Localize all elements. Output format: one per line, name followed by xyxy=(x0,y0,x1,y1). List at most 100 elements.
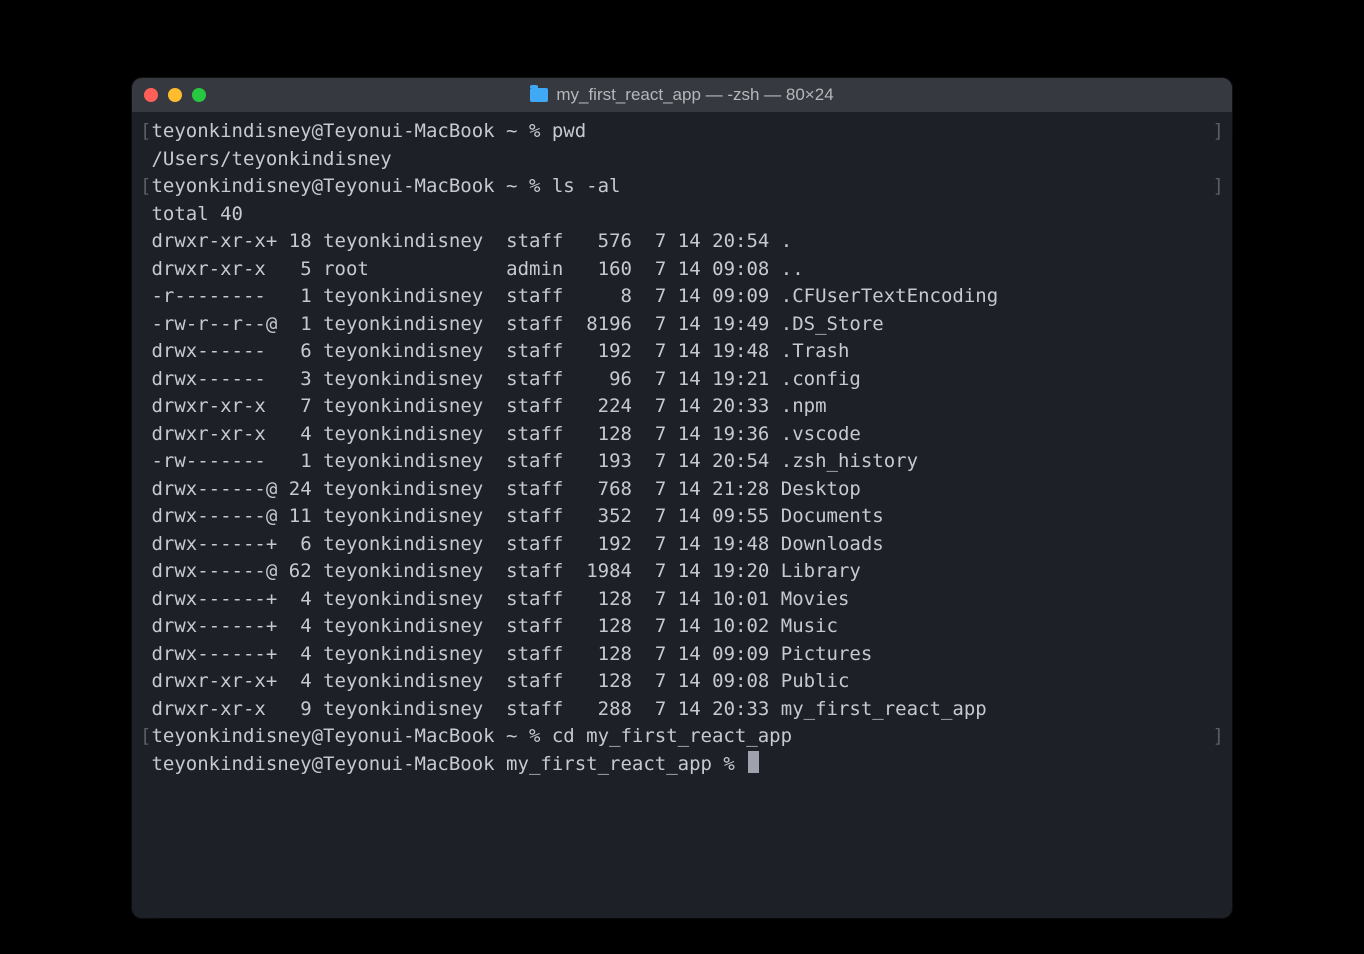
sep xyxy=(495,531,506,559)
ls-size: 1984 xyxy=(575,558,632,586)
ls-month: 7 xyxy=(643,696,666,724)
ls-group: staff xyxy=(506,448,563,476)
sep xyxy=(563,641,574,669)
title-center: my_first_react_app — -zsh — 80×24 xyxy=(132,85,1232,105)
ls-group: staff xyxy=(506,641,563,669)
sep xyxy=(666,558,677,586)
sep xyxy=(277,228,288,256)
ls-group: staff xyxy=(506,558,563,586)
ls-owner: teyonkindisney xyxy=(323,228,495,256)
ls-month: 7 xyxy=(643,531,666,559)
ls-owner: teyonkindisney xyxy=(323,448,495,476)
sep xyxy=(277,558,288,586)
sep xyxy=(632,586,643,614)
sep xyxy=(769,613,780,641)
ls-size: 768 xyxy=(575,476,632,504)
bracket-open: [ xyxy=(140,118,151,146)
ls-perm: drwx------+ xyxy=(151,531,277,559)
ls-links: 7 xyxy=(289,393,312,421)
sep xyxy=(769,256,780,284)
sep xyxy=(563,338,574,366)
maximize-button[interactable] xyxy=(192,88,206,102)
ls-name: .CFUserTextEncoding xyxy=(781,283,998,311)
sep xyxy=(769,531,780,559)
sep xyxy=(495,503,506,531)
ls-row: drwx------@ 11 teyonkindisney staff 352 … xyxy=(140,503,1224,531)
sep xyxy=(563,448,574,476)
terminal-body[interactable]: [teyonkindisney@Teyonui-MacBook ~ % pwd]… xyxy=(132,112,1232,918)
ls-size: 8196 xyxy=(575,311,632,339)
sep xyxy=(666,366,677,394)
bracket-close: ] xyxy=(1213,723,1224,751)
ls-perm: drwx------@ xyxy=(151,476,277,504)
sep xyxy=(666,668,677,696)
ls-size: 96 xyxy=(575,366,632,394)
ls-group: staff xyxy=(506,668,563,696)
bracket-open: [ xyxy=(140,173,151,201)
ls-perm: drwxr-xr-x+ xyxy=(151,228,277,256)
ls-day: 14 xyxy=(678,641,701,669)
ls-day: 14 xyxy=(678,283,701,311)
ls-time: 09:08 xyxy=(712,256,769,284)
ls-perm: drwx------+ xyxy=(151,641,277,669)
sep xyxy=(495,558,506,586)
sep xyxy=(666,338,677,366)
line-indent xyxy=(140,283,151,311)
ls-links: 6 xyxy=(289,338,312,366)
sep xyxy=(312,393,323,421)
ls-group: staff xyxy=(506,586,563,614)
ls-links: 4 xyxy=(289,613,312,641)
sep xyxy=(277,586,288,614)
sep xyxy=(495,256,506,284)
sep xyxy=(632,421,643,449)
sep xyxy=(666,256,677,284)
ls-owner: teyonkindisney xyxy=(323,696,495,724)
ls-group: staff xyxy=(506,366,563,394)
ls-size: 160 xyxy=(575,256,632,284)
ls-links: 4 xyxy=(289,421,312,449)
sep xyxy=(277,311,288,339)
line-indent xyxy=(140,311,151,339)
line-indent xyxy=(140,586,151,614)
close-button[interactable] xyxy=(144,88,158,102)
ls-month: 7 xyxy=(643,641,666,669)
ls-group: staff xyxy=(506,503,563,531)
prompt-command: pwd xyxy=(552,118,586,146)
sep xyxy=(563,696,574,724)
ls-time: 09:09 xyxy=(712,283,769,311)
ls-time: 10:01 xyxy=(712,586,769,614)
ls-perm: drwxr-xr-x xyxy=(151,393,277,421)
sep xyxy=(495,228,506,256)
line-indent xyxy=(140,393,151,421)
ls-month: 7 xyxy=(643,256,666,284)
ls-month: 7 xyxy=(643,613,666,641)
sep xyxy=(312,531,323,559)
sep xyxy=(632,228,643,256)
sep xyxy=(701,421,712,449)
ls-size: 128 xyxy=(575,586,632,614)
ls-perm: drwx------+ xyxy=(151,586,277,614)
ls-day: 14 xyxy=(678,531,701,559)
ls-name: Movies xyxy=(781,586,850,614)
sep xyxy=(769,393,780,421)
ls-owner: teyonkindisney xyxy=(323,476,495,504)
sep xyxy=(563,393,574,421)
ls-time: 09:08 xyxy=(712,668,769,696)
window-title: my_first_react_app — -zsh — 80×24 xyxy=(556,85,833,105)
ls-perm: drwxr-xr-x+ xyxy=(151,668,277,696)
sep xyxy=(495,311,506,339)
sep xyxy=(277,256,288,284)
line-indent xyxy=(140,256,151,284)
sep xyxy=(701,531,712,559)
sep xyxy=(495,421,506,449)
sep xyxy=(563,228,574,256)
ls-links: 4 xyxy=(289,668,312,696)
sep xyxy=(666,283,677,311)
sep xyxy=(312,641,323,669)
sep xyxy=(632,668,643,696)
ls-row: drwx------ 3 teyonkindisney staff 96 7 1… xyxy=(140,366,1224,394)
ls-day: 14 xyxy=(678,696,701,724)
ls-group: staff xyxy=(506,228,563,256)
sep xyxy=(769,228,780,256)
minimize-button[interactable] xyxy=(168,88,182,102)
